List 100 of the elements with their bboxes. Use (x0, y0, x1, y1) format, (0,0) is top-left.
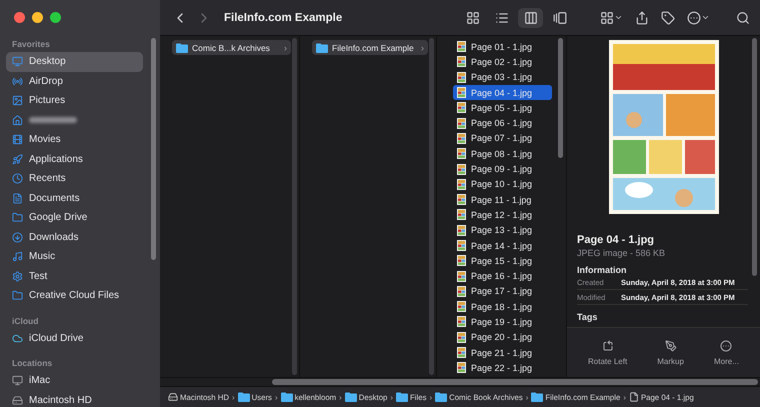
file-item[interactable]: Page 12 - 1.jpg (453, 207, 552, 223)
caret-icon (701, 13, 710, 22)
sidebar-item[interactable]: iMac (6, 371, 143, 390)
sidebar-item[interactable]: iCloud Drive (6, 328, 143, 348)
file-item[interactable]: Page 15 - 1.jpg (453, 253, 552, 268)
rocket-icon (12, 154, 23, 165)
section-heading: Information (577, 265, 628, 275)
folder-name: FileInfo.com Example (332, 42, 414, 52)
file-item[interactable]: Page 04 - 1.jpg (453, 84, 552, 100)
image-file-icon (457, 178, 466, 190)
more-icon (720, 340, 732, 352)
file-item[interactable]: Page 06 - 1.jpg (453, 115, 552, 131)
file-item[interactable]: Page 21 - 1.jpg (453, 344, 552, 360)
chevron: › (421, 42, 424, 52)
sidebar-item[interactable]: Movies (6, 130, 143, 150)
file-item[interactable]: Page 05 - 1.jpg (453, 100, 552, 116)
sidebar-heading: iCloud (11, 316, 40, 326)
image-file-icon (457, 41, 466, 52)
close-button[interactable] (14, 12, 25, 23)
gallery-view-icon (552, 10, 566, 24)
file-item[interactable]: Page 01 - 1.jpg (453, 39, 552, 54)
rotate-icon (602, 340, 614, 352)
action-button[interactable]: Markup (657, 340, 684, 366)
minimize-button[interactable] (32, 12, 43, 23)
folder-icon (396, 392, 408, 402)
airdrop-icon (12, 76, 23, 87)
image-file-icon (457, 87, 466, 98)
sidebar-item[interactable]: Documents (6, 188, 143, 208)
columns-view-button[interactable] (518, 8, 543, 28)
folder-icon (176, 42, 188, 52)
file-item[interactable]: Page 20 - 1.jpg (453, 330, 552, 345)
folder-icon (12, 212, 23, 224)
file-item[interactable]: Page 22 - 1.jpg (453, 360, 552, 376)
sidebar-item[interactable]: Applications (6, 150, 143, 169)
film-icon (12, 134, 23, 146)
chevron: › (284, 42, 287, 52)
file-icon (628, 392, 639, 402)
file-item[interactable]: Page 18 - 1.jpg (453, 299, 552, 314)
image-file-icon (457, 102, 466, 114)
image-file-icon (457, 301, 466, 312)
image-file-icon (457, 56, 466, 68)
search-button[interactable] (736, 10, 750, 24)
image-file-icon (457, 286, 466, 297)
sidebar-item[interactable]: Test (6, 266, 143, 286)
action-button[interactable]: Rotate Left (588, 340, 628, 366)
file-item[interactable]: Page 10 - 1.jpg (453, 176, 552, 192)
file-item[interactable]: Page 09 - 1.jpg (453, 161, 552, 177)
more-button[interactable] (687, 10, 710, 24)
caret-icon (614, 13, 623, 22)
folder-item[interactable]: FileInfo.com Example › (312, 40, 428, 55)
image-file-icon (457, 255, 466, 266)
sidebar-item[interactable]: Pictures (6, 91, 143, 110)
sidebar-item[interactable]: Macintosh HD (6, 390, 143, 407)
image-file-icon (457, 224, 466, 236)
group-button[interactable] (600, 10, 623, 24)
share-button[interactable] (635, 10, 649, 24)
image-file-icon (457, 347, 466, 358)
sidebar-item[interactable]: Creative Cloud Files (6, 286, 143, 306)
ellipsis-icon (687, 10, 701, 24)
tag-button[interactable] (661, 10, 675, 24)
folder-item[interactable]: Comic B...k Archives › (172, 40, 291, 55)
image-file-icon (457, 132, 466, 144)
music-note-icon (12, 251, 23, 262)
action-button[interactable]: More... (714, 340, 739, 366)
image-file-icon (457, 209, 466, 220)
image-file-icon (457, 118, 466, 129)
gear-icon (12, 270, 23, 282)
grid-icon (600, 10, 614, 24)
image-file-icon (457, 316, 466, 328)
sidebar-item[interactable]: Google Drive (6, 208, 143, 228)
picture-icon (12, 95, 23, 106)
sidebar-item[interactable]: Recents (6, 169, 143, 188)
sidebar-item[interactable]: AirDrop (6, 72, 143, 91)
file-item[interactable]: Page 08 - 1.jpg (453, 146, 552, 162)
hard-drive-icon (168, 392, 178, 402)
folder-name: Comic B...k Archives (192, 42, 270, 52)
file-item[interactable]: Page 03 - 1.jpg (453, 70, 552, 85)
file-item[interactable]: Page 07 - 1.jpg (453, 130, 552, 146)
file-item[interactable]: Page 16 - 1.jpg (453, 268, 552, 284)
file-item[interactable]: Page 13 - 1.jpg (453, 222, 552, 238)
folder-icon (435, 392, 448, 402)
file-name: Page 04 - 1.jpg (577, 234, 656, 246)
monitor-icon (12, 56, 23, 68)
file-item[interactable]: Page 02 - 1.jpg (453, 54, 552, 70)
file-item[interactable]: Page 17 - 1.jpg (453, 284, 552, 300)
sidebar-item[interactable]: Downloads (6, 228, 143, 247)
sidebar-item[interactable]: Music (6, 247, 143, 266)
download-icon (12, 232, 23, 243)
zoom-button[interactable] (50, 12, 61, 23)
section-heading: Tags (577, 312, 598, 322)
file-kind: JPEG image - 586 KB (577, 248, 666, 258)
house-icon (12, 114, 23, 126)
image-file-icon (457, 362, 466, 374)
columns-view-icon (524, 10, 538, 24)
folder-icon (531, 392, 544, 402)
sidebar-item[interactable]: Desktop (6, 52, 143, 72)
clock-icon (12, 173, 23, 184)
file-item[interactable]: Page 11 - 1.jpg (453, 192, 552, 208)
file-item[interactable]: Page 19 - 1.jpg (453, 314, 552, 330)
file-item[interactable]: Page 14 - 1.jpg (453, 238, 552, 254)
